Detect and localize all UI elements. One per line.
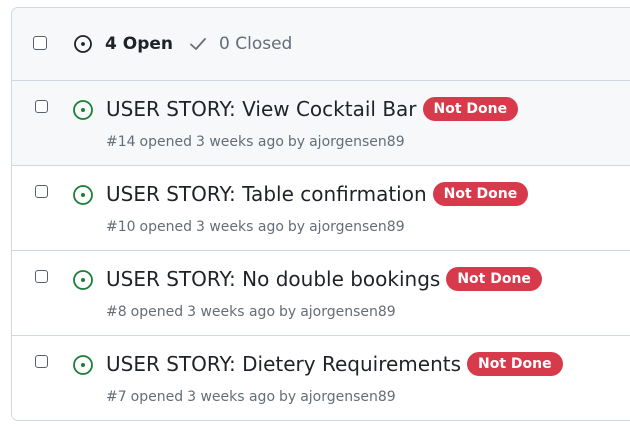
issues-list-header: 4 Open 0 Closed [12,8,630,81]
author-link[interactable]: ajorgensen89 [309,134,405,150]
select-all-checkbox[interactable] [33,36,47,50]
issue-opened-icon [73,270,93,290]
by-text: by [279,389,297,405]
issue-opened-icon [73,185,93,205]
issue-meta: #7 opened 3 weeks ago by ajorgensen89 [106,388,400,406]
closed-issues-tab[interactable]: 0 Closed [188,34,292,54]
issue-title-link[interactable]: USER STORY: Dietery Requirements [106,350,461,378]
opened-time[interactable]: 3 weeks ago [187,389,275,405]
issue-number: #10 [106,219,136,235]
issue-row[interactable]: USER STORY: Dietery Requirements Not Don… [12,336,630,420]
closed-count-label: 0 Closed [219,34,293,54]
issue-title-link[interactable]: USER STORY: No double bookings [106,265,440,293]
issue-meta: #10 opened 3 weeks ago by ajorgensen89 [106,218,409,236]
not-done-label[interactable]: Not Done [432,182,529,206]
issue-opened-icon [73,355,93,375]
opened-text: opened [130,389,184,405]
by-text: by [287,134,306,150]
author-link[interactable]: ajorgensen89 [300,389,396,405]
by-text: by [287,219,306,235]
issue-meta: #14 opened 3 weeks ago by ajorgensen89 [106,133,409,151]
opened-time[interactable]: 3 weeks ago [187,304,275,320]
opened-time[interactable]: 3 weeks ago [196,134,284,150]
opened-time[interactable]: 3 weeks ago [196,219,284,235]
issue-number: #7 [106,389,127,405]
issue-opened-icon [73,100,93,120]
opened-text: opened [139,134,192,150]
issue-title-line: USER STORY: Dietery Requirements Not Don… [106,350,563,378]
issue-title-line: USER STORY: Table confirmation Not Done [106,180,529,208]
opened-text: opened [130,304,184,320]
issue-row[interactable]: USER STORY: No double bookings Not Done … [12,251,630,336]
not-done-label[interactable]: Not Done [467,352,563,376]
not-done-label[interactable]: Not Done [446,267,542,291]
issue-title-link[interactable]: USER STORY: View Cocktail Bar [106,95,417,123]
issue-number: #14 [106,134,136,150]
issue-checkbox[interactable] [35,270,48,283]
issue-checkbox[interactable] [35,355,48,368]
issue-title-line: USER STORY: No double bookings Not Done [106,265,542,293]
issue-meta: #8 opened 3 weeks ago by ajorgensen89 [106,303,400,321]
issue-checkbox[interactable] [35,185,48,198]
opened-text: opened [139,219,192,235]
issue-row[interactable]: USER STORY: View Cocktail Bar Not Done #… [12,81,630,166]
issue-number: #8 [106,304,127,320]
issue-opened-icon [74,35,92,53]
issue-title-link[interactable]: USER STORY: Table confirmation [106,180,427,208]
issues-list: 4 Open 0 Closed USER STORY: View Cocktai… [11,7,630,421]
author-link[interactable]: ajorgensen89 [300,304,396,320]
by-text: by [279,304,297,320]
check-icon [190,38,206,50]
open-count-label: 4 Open [105,34,173,54]
issue-row[interactable]: USER STORY: Table confirmation Not Done … [12,166,630,251]
open-issues-tab[interactable]: 4 Open [73,34,173,54]
not-done-label[interactable]: Not Done [422,97,519,121]
issue-title-line: USER STORY: View Cocktail Bar Not Done [106,95,519,123]
issue-checkbox[interactable] [35,100,48,113]
author-link[interactable]: ajorgensen89 [309,219,405,235]
